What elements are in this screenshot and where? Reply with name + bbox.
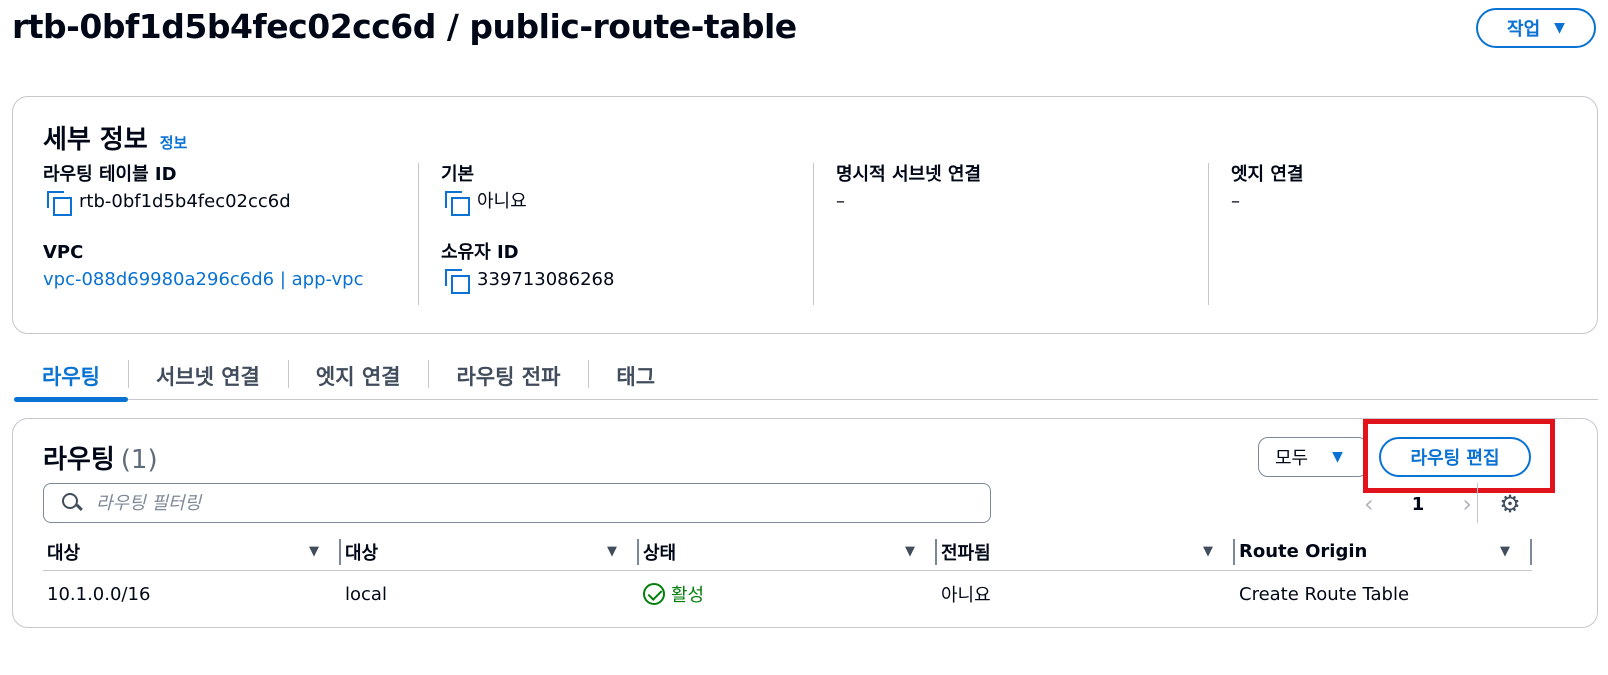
details-title: 세부 정보 xyxy=(43,125,148,155)
route-table-id-field: 라우팅 테이블 ID rtb-0bf1d5b4fec02cc6d xyxy=(43,163,418,217)
table-body: 10.1.0.0/16 local 활성 아니요 Create Route Ta… xyxy=(43,571,1532,617)
column-header-label: 대상 xyxy=(47,542,81,564)
copy-icon[interactable] xyxy=(47,191,72,216)
sort-icon[interactable]: ▼ xyxy=(905,544,915,559)
route-search-input[interactable] xyxy=(96,492,976,514)
vpc-field: VPC vpc-088d69980a296c6d6 | app-vpc xyxy=(43,241,418,295)
details-column-1: 라우팅 테이블 ID rtb-0bf1d5b4fec02cc6d VPC vpc… xyxy=(43,163,418,305)
info-link[interactable]: 정보 xyxy=(160,132,188,153)
owner-id-field: 소유자 ID 339713086268 xyxy=(441,241,813,295)
main-text: 아니요 xyxy=(477,191,527,212)
tab-bar: 라우팅 서브넷 연결 엣지 연결 라우팅 전파 태그 xyxy=(14,352,1598,402)
explicit-subnet-value: – xyxy=(836,191,845,212)
cell-status: 활성 xyxy=(639,571,937,617)
tab-routes[interactable]: 라우팅 xyxy=(14,352,128,402)
copy-icon[interactable] xyxy=(445,269,470,294)
details-panel: 세부 정보 정보 라우팅 테이블 ID rtb-0bf1d5b4fec02cc6… xyxy=(12,96,1598,334)
owner-id-value: 339713086268 xyxy=(441,265,813,295)
tab-route-propagation[interactable]: 라우팅 전파 xyxy=(428,352,588,400)
page-title: rtb-0bf1d5b4fec02cc6d / public-route-tab… xyxy=(12,7,797,46)
check-circle-icon xyxy=(643,583,665,605)
column-header-target[interactable]: 대상 ▼ xyxy=(341,533,639,570)
tab-tags[interactable]: 태그 xyxy=(588,352,683,400)
chevron-right-icon[interactable]: › xyxy=(1462,490,1472,518)
edge-field: 엣지 연결 – xyxy=(1231,163,1588,217)
actions-button[interactable]: 작업 ▼ xyxy=(1476,8,1596,48)
status-text: 활성 xyxy=(671,585,705,606)
route-table-id-text: rtb-0bf1d5b4fec02cc6d xyxy=(79,191,291,212)
main-value: 아니요 xyxy=(441,187,813,217)
column-header-label: 전파됨 xyxy=(941,542,991,564)
caret-down-icon: ▼ xyxy=(1332,449,1343,465)
owner-id-label: 소유자 ID xyxy=(441,242,519,263)
route-table-id-value: rtb-0bf1d5b4fec02cc6d xyxy=(43,187,418,217)
sort-icon[interactable]: ▼ xyxy=(309,544,319,559)
details-column-3: 명시적 서브넷 연결 – xyxy=(813,163,1208,305)
routes-heading: 라우팅 (1) xyxy=(43,439,158,476)
details-column-2: 기본 아니요 소유자 ID 339713086268 xyxy=(418,163,813,305)
divider xyxy=(1477,483,1478,523)
cell-route-origin: Create Route Table xyxy=(1239,583,1410,605)
tab-subnet-associations[interactable]: 서브넷 연결 xyxy=(127,352,288,400)
cell-destination: 10.1.0.0/16 xyxy=(47,583,151,605)
edit-routes-button[interactable]: 라우팅 편집 xyxy=(1379,437,1531,477)
column-header-label: Route Origin xyxy=(1239,541,1368,562)
page-number[interactable]: 1 xyxy=(1412,494,1425,515)
column-header-label: 상태 xyxy=(643,542,677,564)
cell-target: local xyxy=(345,583,387,605)
column-header-propagated[interactable]: 전파됨 ▼ xyxy=(937,533,1235,570)
routes-title: 라우팅 xyxy=(43,445,115,475)
owner-id-text: 339713086268 xyxy=(477,269,615,290)
search-icon xyxy=(62,493,82,513)
table-header: 대상 ▼ 대상 ▼ 상태 ▼ 전파됨 ▼ Route Origin ▼ xyxy=(43,533,1532,571)
vpc-label: VPC xyxy=(43,242,84,263)
tab-edge-associations[interactable]: 엣지 연결 xyxy=(287,352,429,400)
actions-label: 작업 xyxy=(1507,19,1541,40)
column-header-status[interactable]: 상태 ▼ xyxy=(639,533,937,570)
route-search-box[interactable] xyxy=(43,483,991,523)
edge-value: – xyxy=(1231,191,1240,212)
pagination: ‹ 1 › xyxy=(1358,489,1478,519)
routes-table: 대상 ▼ 대상 ▼ 상태 ▼ 전파됨 ▼ Route Origin ▼ 10.1 xyxy=(43,533,1532,617)
route-filter-select[interactable]: 모두 ▼ xyxy=(1258,437,1368,477)
copy-icon[interactable] xyxy=(445,191,470,216)
explicit-subnet-label: 명시적 서브넷 연결 xyxy=(836,164,982,185)
routes-panel: 라우팅(1) 모두 ▼ 라우팅 편집 ‹ 1 › ⚙ 대상 ▼ 대상 ▼ 상태 … xyxy=(12,418,1598,628)
column-header-destination[interactable]: 대상 ▼ xyxy=(43,533,341,570)
column-header-label: 대상 xyxy=(345,542,379,564)
edge-label: 엣지 연결 xyxy=(1231,164,1304,185)
details-column-4: 엣지 연결 – xyxy=(1208,163,1588,305)
route-table-id-label: 라우팅 테이블 ID xyxy=(43,164,177,185)
filter-select-value: 모두 xyxy=(1275,448,1309,469)
cell-propagated: 아니요 xyxy=(941,585,991,606)
routes-count: (1) xyxy=(120,445,158,475)
caret-down-icon: ▼ xyxy=(1554,20,1565,36)
chevron-left-icon[interactable]: ‹ xyxy=(1364,490,1374,518)
sort-icon[interactable]: ▼ xyxy=(1203,544,1213,559)
details-heading: 세부 정보 정보 xyxy=(43,119,187,156)
sort-icon[interactable]: ▼ xyxy=(1500,544,1510,559)
page-header: rtb-0bf1d5b4fec02cc6d / public-route-tab… xyxy=(12,6,1596,50)
main-label: 기본 xyxy=(441,164,475,185)
sort-icon[interactable]: ▼ xyxy=(607,544,617,559)
gear-icon[interactable]: ⚙ xyxy=(1497,491,1523,517)
main-field: 기본 아니요 xyxy=(441,163,813,217)
table-row[interactable]: 10.1.0.0/16 local 활성 아니요 Create Route Ta… xyxy=(43,571,1532,617)
column-header-route-origin[interactable]: Route Origin ▼ xyxy=(1235,533,1532,570)
explicit-subnet-field: 명시적 서브넷 연결 – xyxy=(836,163,1208,217)
vpc-link[interactable]: vpc-088d69980a296c6d6 | app-vpc xyxy=(43,265,418,295)
